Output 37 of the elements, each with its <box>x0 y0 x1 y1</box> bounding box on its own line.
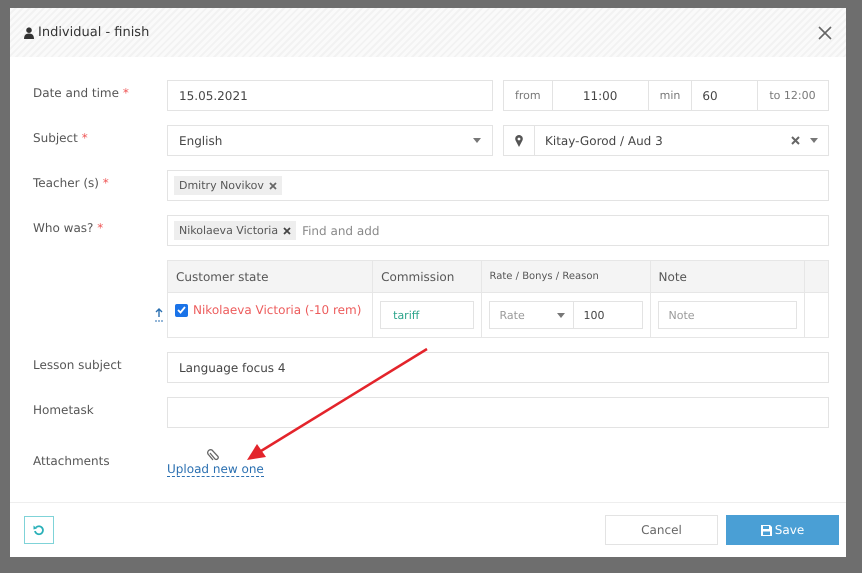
caret-icon <box>473 138 481 143</box>
column-header: Customer state <box>168 260 373 292</box>
column-header: Commission <box>372 260 482 292</box>
field-label: Lesson subject <box>33 357 123 372</box>
hometask-field[interactable] <box>167 397 829 428</box>
amount-field[interactable]: 100 <box>574 301 643 329</box>
dialog-title: Individual - finish <box>38 25 150 40</box>
remove-icon[interactable] <box>268 182 277 190</box>
teacher-field[interactable]: Dmitry Novikov <box>167 170 829 201</box>
close-icon[interactable] <box>818 26 832 40</box>
caret-icon <box>556 312 565 318</box>
customer-name: Nikolaeva Victoria (-10 rem) <box>193 303 362 317</box>
min-label: min <box>648 81 692 110</box>
teacher-tag: Dmitry Novikov <box>174 176 282 195</box>
lesson-subject-field[interactable]: Language focus 4 <box>167 352 829 383</box>
cancel-button[interactable]: Cancel <box>605 515 718 545</box>
field-label: Subject * <box>33 130 89 145</box>
field-label: Date and time * <box>33 85 130 100</box>
attendee-field[interactable]: Nikolaeva Victoria Find and add <box>167 215 829 246</box>
attendee-tag: Nikolaeva Victoria <box>174 221 296 240</box>
subject-select[interactable]: English <box>167 125 493 156</box>
field-label: Attachments <box>33 453 111 468</box>
column-header: Rate / Bonys / Reason <box>481 260 650 292</box>
column-header: Note <box>650 260 804 292</box>
undo-icon <box>33 524 45 536</box>
field-label: Hometask <box>33 402 95 417</box>
undo-button[interactable] <box>24 516 54 544</box>
remove-icon[interactable] <box>283 226 292 234</box>
checkbox[interactable] <box>175 304 188 316</box>
paperclip-icon <box>207 448 219 462</box>
sort-arrow-icon[interactable] <box>155 308 163 322</box>
save-icon <box>760 524 772 536</box>
user-icon <box>24 26 34 38</box>
upload-link[interactable]: Upload new one <box>167 462 264 477</box>
field-label: Teacher (s) * <box>33 175 110 190</box>
field-label: Who was? * <box>33 220 104 235</box>
date-field[interactable]: 15.05.2021 <box>167 80 493 111</box>
